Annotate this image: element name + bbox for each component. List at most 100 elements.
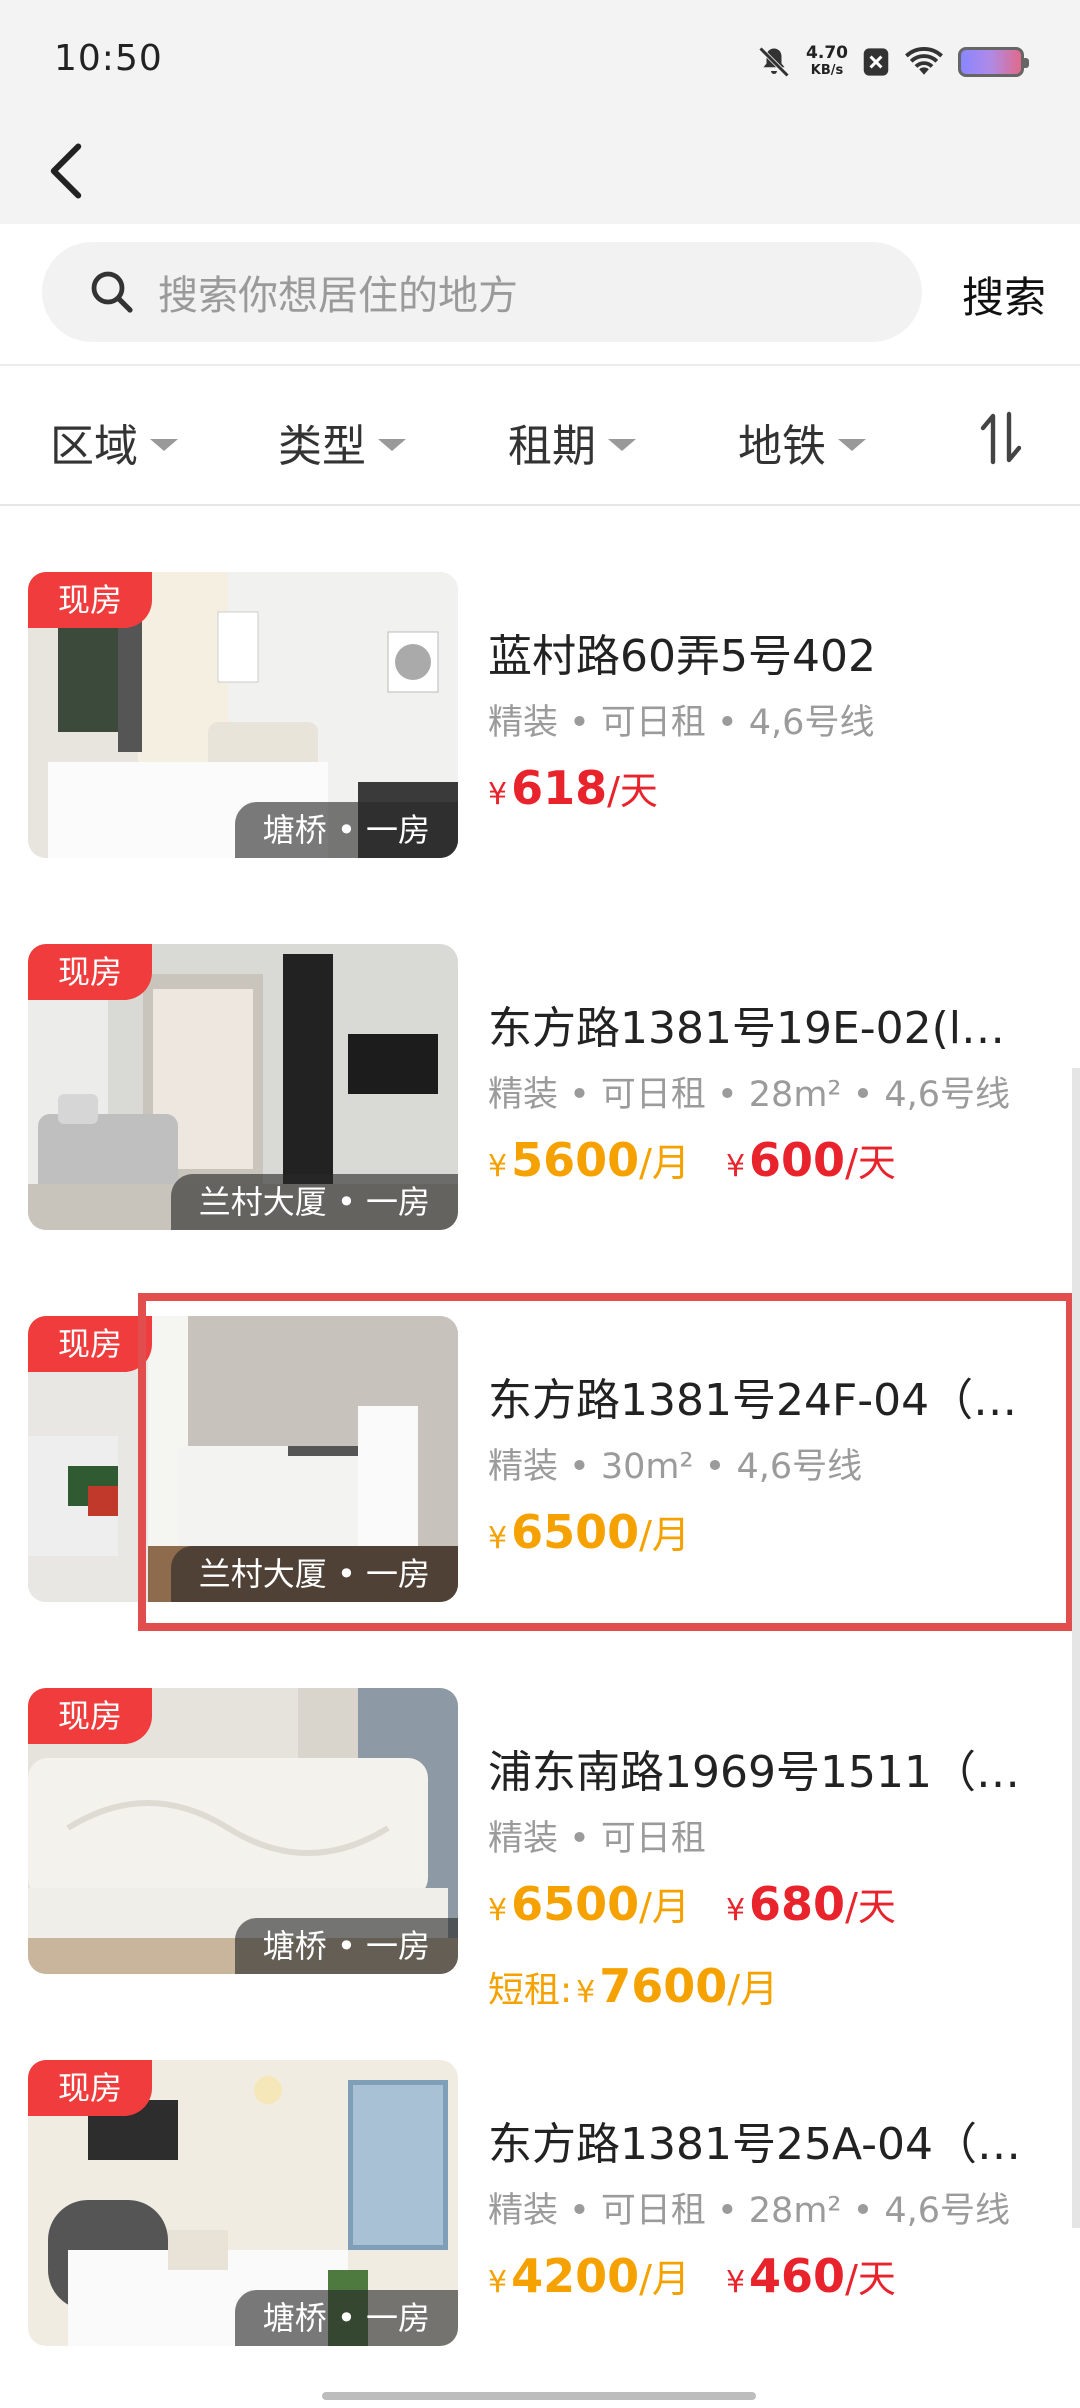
price-row: ¥ 4200 /月 ¥ 460 /天 xyxy=(488,2248,896,2303)
filter-term[interactable]: 租期 xyxy=(508,410,636,474)
price-amount: 680 xyxy=(749,1877,846,1931)
listing-title: 东方路1381号19E-02(l兰… xyxy=(488,1003,1048,1054)
price-amount: 6500 xyxy=(511,1877,640,1931)
search-placeholder: 搜索你想居住的地方 xyxy=(158,273,518,319)
currency-symbol: ¥ xyxy=(488,1893,508,1928)
net-speed-unit: KB/s xyxy=(810,63,844,78)
search-input[interactable]: 搜索你想居住的地方 xyxy=(42,242,922,342)
search-bar: 搜索你想居住的地方 搜索 xyxy=(0,224,1080,366)
battery-icon xyxy=(958,47,1029,77)
listing-photo: 现房 塘桥 • 一房 xyxy=(28,572,458,858)
listing-card[interactable]: 现房 塘桥 • 一房 东方路1381号25A-04（兰… 精装 • 可日租 • … xyxy=(0,1996,1080,2346)
currency-symbol: ¥ xyxy=(725,1893,746,1928)
net-speed-value: 4.70 xyxy=(806,43,848,63)
filter-bar: 区域 类型 租期 地铁 xyxy=(0,366,1080,506)
listing-photo: 现房 塘桥 • 一房 xyxy=(28,1688,458,1974)
listing-title: 浦东南路1969号1511（… xyxy=(488,1747,1020,1798)
daily-price: ¥ 600 /天 xyxy=(726,1132,896,1187)
status-tag: 现房 xyxy=(28,572,153,628)
price-unit: /天 xyxy=(845,1885,896,1929)
currency-symbol: ¥ xyxy=(488,777,508,812)
filter-area[interactable]: 区域 xyxy=(50,410,178,474)
price-row: ¥ 6500 /月 ¥ 680 /天 xyxy=(488,1876,896,1931)
currency-symbol: ¥ xyxy=(488,1521,508,1556)
filter-metro-label: 地铁 xyxy=(738,421,826,472)
location-badge: 塘桥 • 一房 xyxy=(234,802,458,858)
listing-card[interactable]: 现房 兰村大厦 • 一房 东方路1381号19E-02(l兰… 精装 • 可日租… xyxy=(0,880,1080,1230)
listing-card[interactable]: 现房 塘桥 • 一房 浦东南路1969号1511（… 精装 • 可日租 ¥ 65… xyxy=(0,1624,1080,2013)
price-unit: /天 xyxy=(845,2257,896,2301)
status-bar: 10:50 4.70 KB/s xyxy=(0,0,1080,124)
listing-title: 东方路1381号24F-04（兰… xyxy=(488,1375,1048,1426)
filter-term-label: 租期 xyxy=(508,421,596,472)
caret-down-icon xyxy=(378,439,406,451)
location-badge: 兰村大厦 • 一房 xyxy=(170,1546,458,1602)
status-tag: 现房 xyxy=(28,944,153,1000)
price-amount: 618 xyxy=(511,761,608,815)
filter-type-label: 类型 xyxy=(278,421,366,472)
price-amount: 6500 xyxy=(511,1505,640,1559)
listing-card[interactable]: 现房 塘桥 • 一房 蓝村路60弄5号402 精装 • 可日租 • 4,6号线 … xyxy=(0,508,1080,858)
listing-meta: 精装 • 可日租 xyxy=(488,1819,706,1859)
price-unit: /天 xyxy=(845,1141,896,1185)
listing-card[interactable]: 现房 兰村大厦 • 一房 东方路1381号24F-04（兰… 精装 • 30m²… xyxy=(0,1252,1080,1602)
location-badge: 塘桥 • 一房 xyxy=(234,1918,458,1974)
chevron-left-icon[interactable] xyxy=(36,136,96,206)
close-box-icon xyxy=(863,48,889,76)
price-amount: 4200 xyxy=(511,2249,640,2303)
caret-down-icon xyxy=(150,439,178,451)
daily-price: ¥ 460 /天 xyxy=(726,2248,896,2303)
caret-down-icon xyxy=(608,439,636,451)
status-tag: 现房 xyxy=(28,1688,153,1744)
price-unit: /月 xyxy=(639,1141,690,1185)
top-nav xyxy=(0,124,1080,224)
filter-area-label: 区域 xyxy=(50,421,138,472)
listing-photo: 现房 兰村大厦 • 一房 xyxy=(28,1316,458,1602)
filter-metro[interactable]: 地铁 xyxy=(738,410,866,474)
currency-symbol: ¥ xyxy=(725,1149,746,1184)
scrollbar[interactable] xyxy=(1072,1068,1080,2228)
daily-price: ¥ 680 /天 xyxy=(726,1876,896,1931)
price-amount: 5600 xyxy=(511,1133,640,1187)
home-indicator xyxy=(322,2392,756,2400)
currency-symbol: ¥ xyxy=(488,2265,508,2300)
listing-meta: 精装 • 30m² • 4,6号线 xyxy=(488,1447,863,1487)
monthly-price: ¥ 6500 /月 xyxy=(488,1876,690,1931)
price-row: ¥ 5600 /月 ¥ 600 /天 xyxy=(488,1132,896,1187)
listing-photo: 现房 塘桥 • 一房 xyxy=(28,2060,458,2346)
price-row: ¥ 6500 /月 xyxy=(488,1504,690,1559)
listing-photo: 现房 兰村大厦 • 一房 xyxy=(28,944,458,1230)
currency-symbol: ¥ xyxy=(488,1149,508,1184)
monthly-price: ¥ 4200 /月 xyxy=(488,2248,690,2303)
filter-type[interactable]: 类型 xyxy=(278,410,406,474)
listing-meta: 精装 • 可日租 • 28m² • 4,6号线 xyxy=(488,1075,1011,1115)
listing-meta: 精装 • 可日租 • 28m² • 4,6号线 xyxy=(488,2191,1011,2231)
search-icon xyxy=(91,271,133,313)
listing-title: 东方路1381号25A-04（兰… xyxy=(488,2119,1048,2170)
price-row: ¥ 618 /天 xyxy=(488,760,658,815)
location-badge: 兰村大厦 • 一房 xyxy=(170,1174,458,1230)
monthly-price: ¥ 5600 /月 xyxy=(488,1132,690,1187)
status-tag: 现房 xyxy=(28,2060,153,2116)
daily-price: ¥ 618 /天 xyxy=(488,760,658,815)
status-icons: 4.70 KB/s xyxy=(756,40,1029,84)
currency-symbol: ¥ xyxy=(725,2265,746,2300)
price-unit: /月 xyxy=(639,1513,690,1557)
search-button[interactable]: 搜索 xyxy=(962,264,1046,325)
listing-meta: 精装 • 可日租 • 4,6号线 xyxy=(488,703,875,743)
status-time: 10:50 xyxy=(54,38,163,79)
price-unit: /天 xyxy=(607,769,658,813)
location-badge: 塘桥 • 一房 xyxy=(234,2290,458,2346)
caret-down-icon xyxy=(838,439,866,451)
listing-title: 蓝村路60弄5号402 xyxy=(488,631,876,682)
monthly-price: ¥ 6500 /月 xyxy=(488,1504,690,1559)
mute-icon xyxy=(758,46,790,78)
price-amount: 460 xyxy=(749,2249,846,2303)
sort-icon[interactable] xyxy=(976,410,1026,466)
net-speed: 4.70 KB/s xyxy=(806,44,848,80)
price-unit: /月 xyxy=(639,1885,690,1929)
price-amount: 600 xyxy=(749,1133,846,1187)
price-unit: /月 xyxy=(639,2257,690,2301)
status-tag: 现房 xyxy=(28,1316,153,1372)
wifi-icon xyxy=(905,46,943,75)
